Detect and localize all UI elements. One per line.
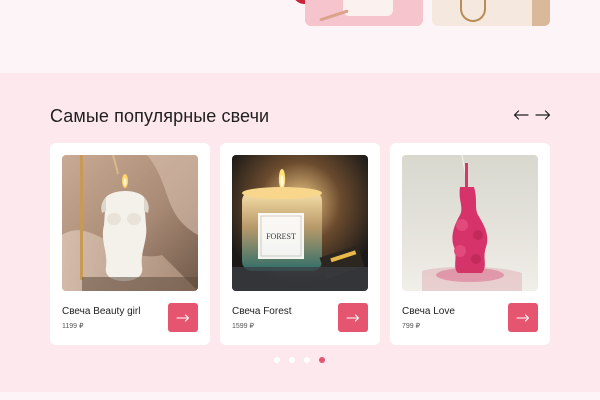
product-thumbnail[interactable]: [305, 0, 423, 26]
product-price: 1199 ₽: [62, 323, 84, 330]
product-buy-button[interactable]: [508, 303, 538, 332]
product-buy-button[interactable]: [338, 303, 368, 332]
product-card[interactable]: FOREST Свеча Forest 1599 ₽: [220, 143, 380, 345]
product-price: 1599 ₽: [232, 323, 254, 330]
product-name: Свеча Forest: [232, 306, 292, 317]
arrow-right-icon: [346, 313, 360, 322]
product-image-beauty-girl[interactable]: [62, 155, 198, 291]
product-carousel: Свеча Beauty girl 1199 ₽ FOREST Свеча Fo…: [50, 143, 550, 345]
pagination-dot-active[interactable]: [319, 357, 325, 363]
product-card[interactable]: Свеча Love 799 ₽: [390, 143, 550, 345]
section-title: Самые популярные свечи: [50, 106, 270, 126]
arrow-left-icon: [513, 110, 529, 120]
pagination-dot[interactable]: [274, 357, 280, 363]
product-card[interactable]: Свеча Beauty girl 1199 ₽: [50, 143, 210, 345]
carousel-pagination: [274, 357, 325, 363]
product-name: Свеча Beauty girl: [62, 306, 141, 317]
carousel-arrows: [512, 106, 552, 124]
arrow-right-icon: [176, 313, 190, 322]
pagination-dot[interactable]: [289, 357, 295, 363]
product-image-forest[interactable]: FOREST: [232, 155, 368, 291]
next-section-strip: [0, 392, 600, 400]
candle-label-text: FOREST: [266, 232, 296, 241]
product-price: 799 ₽: [402, 323, 421, 330]
product-thumbnail[interactable]: [432, 0, 550, 26]
product-buy-button[interactable]: [168, 303, 198, 332]
carousel-next-button[interactable]: [534, 106, 552, 124]
pagination-dot[interactable]: [304, 357, 310, 363]
carousel-prev-button[interactable]: [512, 106, 530, 124]
product-name: Свеча Love: [402, 306, 455, 317]
arrow-right-icon: [535, 110, 551, 120]
arrow-right-icon: [516, 313, 530, 322]
previous-section-strip: [0, 0, 600, 73]
product-image-love[interactable]: [402, 155, 538, 291]
